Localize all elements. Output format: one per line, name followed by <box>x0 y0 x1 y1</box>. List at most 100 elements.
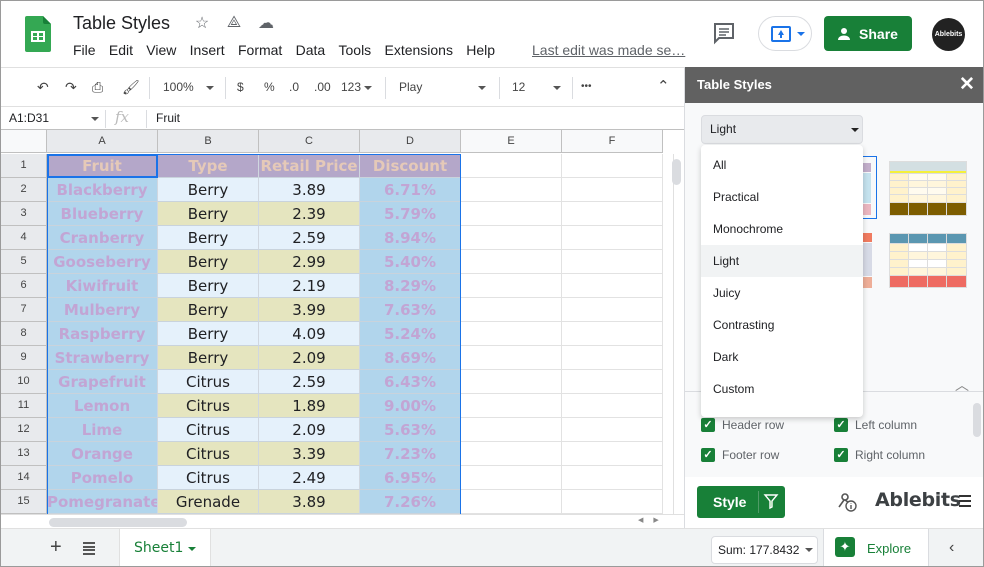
table-cell[interactable]: Berry <box>158 202 259 226</box>
row-header[interactable]: 1 <box>1 154 47 178</box>
table-cell[interactable]: 2.49 <box>259 466 360 490</box>
table-cell[interactable]: Citrus <box>158 466 259 490</box>
column-header[interactable]: F <box>562 130 663 153</box>
table-cell[interactable] <box>562 250 663 274</box>
header-cell[interactable]: Type <box>158 154 259 178</box>
header-cell[interactable]: Retail Price <box>259 154 360 178</box>
table-cell[interactable] <box>562 394 663 418</box>
table-cell[interactable]: Berry <box>158 226 259 250</box>
paint-format-icon[interactable]: 🖌 <box>122 79 140 96</box>
table-cell[interactable]: Blueberry <box>47 202 158 226</box>
header-row-checkbox[interactable]: ✓ <box>701 418 715 432</box>
table-cell[interactable] <box>562 490 663 514</box>
sum-indicator[interactable]: Sum: 177.8432 <box>711 536 818 564</box>
table-cell[interactable]: 2.59 <box>259 226 360 250</box>
table-cell[interactable] <box>461 442 562 466</box>
table-cell[interactable]: 7.26% <box>360 490 461 514</box>
table-cell[interactable] <box>562 322 663 346</box>
row-header[interactable]: 12 <box>1 418 47 442</box>
table-cell[interactable]: Citrus <box>158 418 259 442</box>
row-header[interactable]: 4 <box>1 226 47 250</box>
table-cell[interactable]: Gooseberry <box>47 250 158 274</box>
menu-file[interactable]: File <box>73 42 96 58</box>
table-cell[interactable]: 3.39 <box>259 442 360 466</box>
table-cell[interactable]: 7.23% <box>360 442 461 466</box>
table-cell[interactable] <box>562 346 663 370</box>
right-column-checkbox[interactable]: ✓ <box>834 448 848 462</box>
table-cell[interactable] <box>461 322 562 346</box>
table-cell[interactable]: 5.63% <box>360 418 461 442</box>
currency-format-button[interactable]: $ <box>237 80 244 94</box>
all-sheets-icon[interactable] <box>83 542 95 555</box>
table-cell[interactable]: 5.24% <box>360 322 461 346</box>
table-cell[interactable]: 2.39 <box>259 202 360 226</box>
collapse-toolbar-icon[interactable]: ⌃ <box>657 77 670 95</box>
table-cell[interactable]: 4.09 <box>259 322 360 346</box>
table-cell[interactable]: Orange <box>47 442 158 466</box>
table-cell[interactable]: Grapefruit <box>47 370 158 394</box>
row-header[interactable]: 13 <box>1 442 47 466</box>
table-cell[interactable]: 2.19 <box>259 274 360 298</box>
table-cell[interactable] <box>562 442 663 466</box>
table-cell[interactable]: 5.40% <box>360 250 461 274</box>
share-button[interactable]: Share <box>824 16 912 51</box>
help-info-icon[interactable] <box>837 491 859 513</box>
menu-help[interactable]: Help <box>466 42 495 58</box>
percent-format-button[interactable]: % <box>264 80 275 94</box>
chevron-down-icon[interactable] <box>188 547 196 551</box>
table-cell[interactable]: Pomelo <box>47 466 158 490</box>
table-cell[interactable]: Berry <box>158 274 259 298</box>
table-cell[interactable]: 8.29% <box>360 274 461 298</box>
table-cell[interactable]: Cranberry <box>47 226 158 250</box>
chevron-up-icon[interactable]: ︿ <box>955 375 969 395</box>
table-cell[interactable]: 3.89 <box>259 490 360 514</box>
table-cell[interactable] <box>562 154 663 178</box>
table-cell[interactable]: 3.99 <box>259 298 360 322</box>
table-cell[interactable]: 2.99 <box>259 250 360 274</box>
table-cell[interactable]: 6.95% <box>360 466 461 490</box>
table-cell[interactable] <box>461 346 562 370</box>
row-header[interactable]: 11 <box>1 394 47 418</box>
panel-scrollbar[interactable] <box>973 403 981 437</box>
table-cell[interactable]: Kiwifruit <box>47 274 158 298</box>
filter-icon[interactable] <box>763 492 779 510</box>
table-cell[interactable]: Berry <box>158 178 259 202</box>
table-cell[interactable]: 7.63% <box>360 298 461 322</box>
star-icon[interactable]: ☆ <box>192 13 212 33</box>
row-header[interactable]: 10 <box>1 370 47 394</box>
increase-decimal-button[interactable]: .00 <box>314 80 331 94</box>
name-box[interactable]: A1:D31 <box>9 111 49 125</box>
table-cell[interactable] <box>562 202 663 226</box>
hamburger-menu-icon[interactable] <box>959 495 971 510</box>
sheet-tab-label[interactable]: Sheet1 <box>134 540 183 556</box>
dropdown-item-contrasting[interactable]: Contrasting <box>701 309 863 341</box>
table-cell[interactable]: Citrus <box>158 370 259 394</box>
dropdown-item-custom[interactable]: Custom <box>701 373 863 405</box>
row-header[interactable]: 2 <box>1 178 47 202</box>
table-cell[interactable]: 5.79% <box>360 202 461 226</box>
table-cell[interactable] <box>562 298 663 322</box>
menu-data[interactable]: Data <box>296 42 326 58</box>
table-cell[interactable] <box>562 178 663 202</box>
table-cell[interactable] <box>461 202 562 226</box>
row-header[interactable]: 9 <box>1 346 47 370</box>
category-select[interactable]: Light <box>701 115 863 144</box>
formula-input[interactable]: Fruit <box>156 111 180 125</box>
menu-insert[interactable]: Insert <box>190 42 225 58</box>
row-header[interactable]: 8 <box>1 322 47 346</box>
table-cell[interactable] <box>461 370 562 394</box>
present-button[interactable] <box>758 16 812 51</box>
table-cell[interactable]: 2.09 <box>259 346 360 370</box>
table-cell[interactable] <box>461 226 562 250</box>
table-cell[interactable]: Citrus <box>158 394 259 418</box>
left-column-checkbox[interactable]: ✓ <box>834 418 848 432</box>
column-header[interactable]: E <box>461 130 562 153</box>
more-options-icon[interactable]: ••• <box>581 81 592 92</box>
row-header[interactable]: 7 <box>1 298 47 322</box>
horizontal-scrollbar[interactable]: ◀ ▶ <box>1 514 684 528</box>
document-title[interactable]: Table Styles <box>73 13 170 34</box>
table-cell[interactable] <box>461 154 562 178</box>
table-cell[interactable] <box>562 466 663 490</box>
column-header[interactable]: A <box>47 130 158 153</box>
table-cell[interactable]: Pomegranate <box>47 490 158 514</box>
